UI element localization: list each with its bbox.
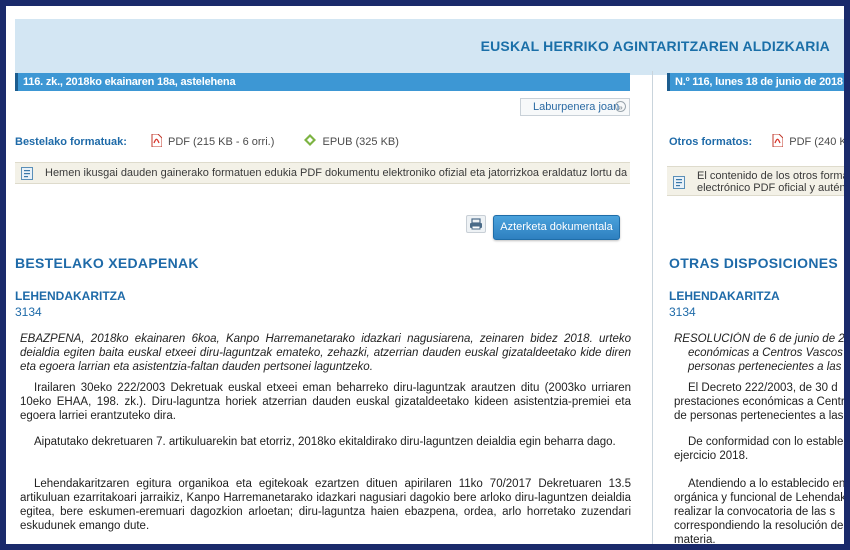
document-analysis-button[interactable]: Azterketa dokumentala [493,215,620,240]
pdf-download-link-es[interactable]: PDF (240 K [789,136,844,148]
resolution-line-es: personas pertenecientes a las Co [688,361,844,373]
formats-row-es: Otros formatos: PDF (240 K [669,134,844,148]
pdf-download-link[interactable]: PDF (215 KB - 6 orri.) [168,136,274,148]
format-notice-line1-es: El contenido de los otros format [697,170,844,182]
formats-label: Bestelako formatuak: [15,136,127,148]
bulletin-date-es: N.º 116, lunes 18 de junio de 2018 [675,76,843,88]
resolution-paragraph-eu: EBAZPENA, 2018ko ekainaren 6koa, Kanpo H… [20,333,631,373]
article-paragraph-es: De conformidad con lo estable ejercicio … [674,435,844,463]
resolution-paragraph-es: RESOLUCIÓN de 6 de junio de 2 económicas… [674,332,844,374]
epub-download-link[interactable]: EPUB (325 KB) [322,136,398,148]
article-line-es: De conformidad con lo estable [688,436,844,448]
page-title: EUSKAL HERRIKO AGINTARITZAREN ALDIZKARIA [480,38,830,54]
organic-line-es: orgánica y funcional de Lehendak [674,492,844,504]
pdf-icon [151,134,162,147]
organic-line-es: realizar la convocatoria de las s [674,506,836,518]
department-es: LEHENDAKARITZA [669,289,780,303]
section-title-es: OTRAS DISPOSICIONES [669,255,839,271]
arrow-circle-icon: » [615,101,626,112]
organic-line-es: correspondiendo la resolución de [674,520,844,532]
bulletin-date-eu: 116. zk., 2018ko ekainaren 18a, astelehe… [23,76,236,88]
organic-paragraph-eu: Lehendakaritzaren egitura organikoa eta … [20,478,631,532]
decree-line-es: El Decreto 222/2003, de 30 d [688,382,838,394]
document-number-es: 3134 [669,305,696,319]
resolution-line-es: económicas a Centros Vascos [688,347,843,359]
bulletin-date-bar-es: N.º 116, lunes 18 de junio de 2018 [667,73,844,91]
format-notice-es: El contenido de los otros format electró… [667,166,844,196]
decree-line-es: de personas pertenecientes a las C [674,410,844,422]
article-line-es: ejercicio 2018. [674,450,749,462]
print-icon [470,218,482,230]
decree-line-es: prestaciones económicas a Centro [674,396,844,408]
jump-to-summary-button[interactable]: Laburpenera joan » [520,98,630,116]
epub-icon [304,134,317,146]
format-notice-text-es: El contenido de los otros format electró… [697,170,844,194]
info-icon [673,176,685,189]
formats-label-es: Otros formatos: [669,136,753,148]
page-frame: EUSKAL HERRIKO AGINTARITZAREN ALDIZKARIA… [6,6,844,544]
decree-paragraph-eu: Irailaren 30eko 222/2003 Dekretuak euska… [20,382,631,422]
organic-line-es: Atendiendo a lo establecido en e [688,478,844,490]
jump-to-summary-label: Laburpenera joan [533,101,620,113]
print-button[interactable] [466,215,486,233]
decree-paragraph-es: El Decreto 222/2003, de 30 d prestacione… [674,381,844,423]
document-number-eu: 3134 [15,305,42,319]
format-notice-eu: Hemen ikusgai dauden gainerako formatuen… [15,162,630,184]
bulletin-date-bar-eu: 116. zk., 2018ko ekainaren 18a, astelehe… [15,73,630,91]
formats-row-eu: Bestelako formatuak: PDF (215 KB - 6 orr… [15,134,399,148]
organic-paragraph-es: Atendiendo a lo establecido en e orgánic… [674,477,844,544]
resolution-line-es: RESOLUCIÓN de 6 de junio de 2 [674,333,844,345]
article-paragraph-eu: Aipatutako dekretuaren 7. artikuluarekin… [34,436,616,448]
column-divider [652,71,653,544]
format-notice-text-eu: Hemen ikusgai dauden gainerako formatuen… [45,167,628,179]
section-title-eu: BESTELAKO XEDAPENAK [15,255,199,271]
format-notice-line2-es: electrónico PDF oficial y autént [697,182,844,194]
pdf-icon [772,134,784,147]
organic-line-es: materia. [674,534,716,544]
department-eu: LEHENDAKARITZA [15,289,126,303]
info-icon [21,167,33,180]
